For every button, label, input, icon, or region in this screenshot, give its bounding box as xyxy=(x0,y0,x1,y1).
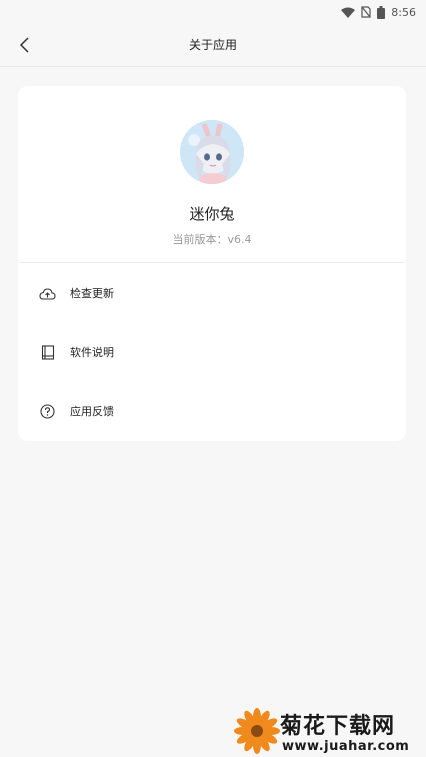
watermark: 菊花下载网 www.juahar.com xyxy=(232,706,426,757)
menu-item-feedback[interactable]: 应用反馈 xyxy=(18,391,406,431)
menu-item-label: 检查更新 xyxy=(70,287,114,300)
menu-item-label: 应用反馈 xyxy=(70,405,114,418)
book-icon xyxy=(39,344,56,361)
question-circle-icon xyxy=(39,403,56,420)
about-card: 迷你兔 当前版本：v6.4 检查更新 软件说明 应用反馈 xyxy=(18,86,406,441)
no-sim-icon xyxy=(361,6,371,18)
app-version: 当前版本：v6.4 xyxy=(172,233,252,246)
menu-item-check-update[interactable]: 检查更新 xyxy=(18,273,406,313)
page-title: 关于应用 xyxy=(188,38,237,52)
wifi-icon xyxy=(341,7,356,18)
menu-item-software-info[interactable]: 软件说明 xyxy=(18,332,406,372)
app-name: 迷你兔 xyxy=(189,205,235,223)
cloud-upload-icon xyxy=(39,285,56,302)
status-time: 8:56 xyxy=(391,5,416,19)
battery-icon xyxy=(377,5,386,19)
watermark-title: 菊花下载网 xyxy=(280,714,396,739)
watermark-url: www.juahar.com xyxy=(282,739,410,754)
menu-item-label: 软件说明 xyxy=(70,346,114,359)
app-header: 关于应用 xyxy=(0,24,426,67)
status-bar: 8:56 xyxy=(0,0,426,24)
status-icons: 8:56 xyxy=(341,4,416,20)
divider xyxy=(18,262,406,263)
flower-logo-icon xyxy=(234,708,280,754)
app-avatar xyxy=(180,120,244,184)
